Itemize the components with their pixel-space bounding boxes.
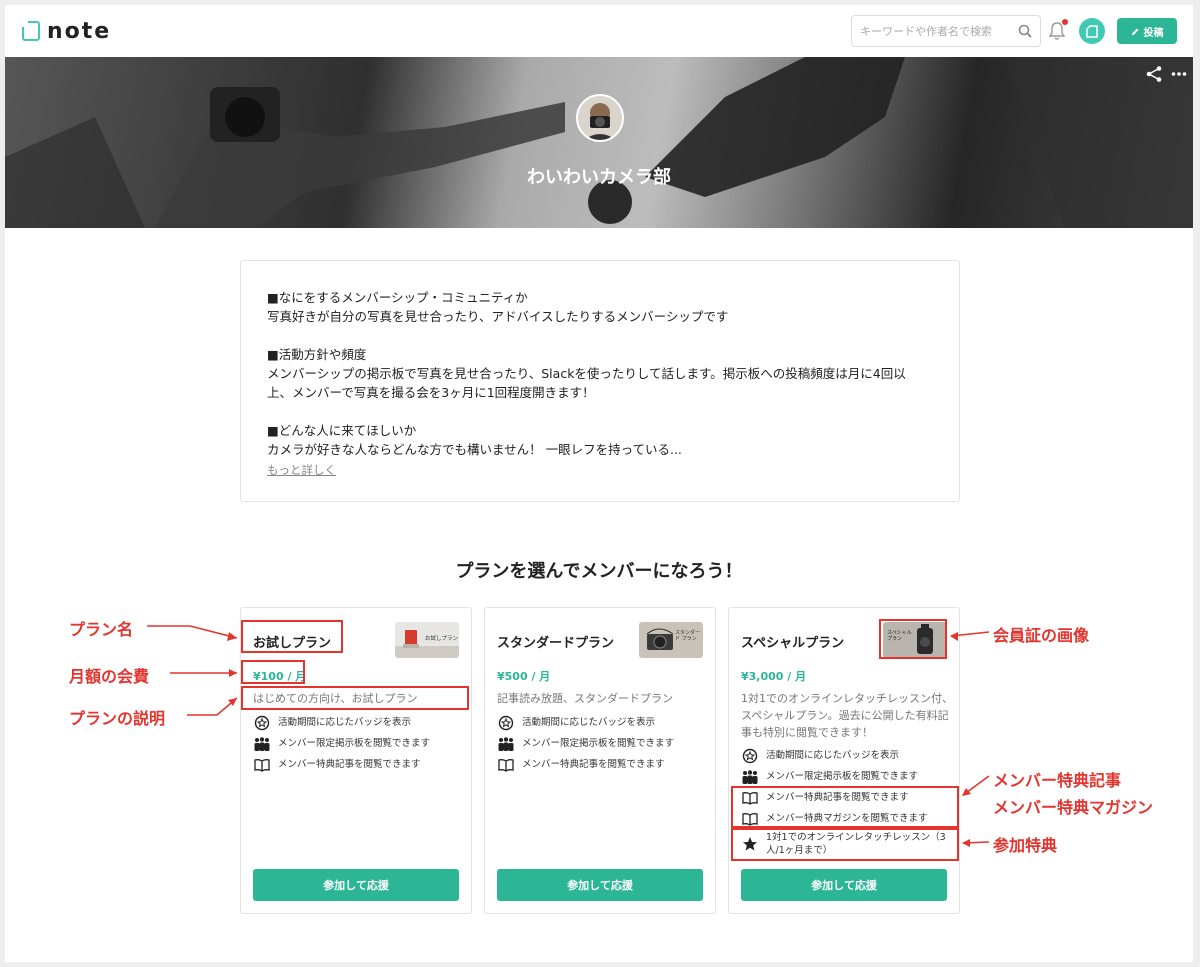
camera-person-image bbox=[578, 96, 622, 140]
read-more-link[interactable]: もっと詳しく bbox=[267, 462, 336, 478]
description-line: ■なにをするメンバーシップ・コミュニティか bbox=[267, 290, 528, 305]
arrow-member-benefits bbox=[962, 775, 990, 796]
description-line: 上、メンバーで写真を撮る会を3ヶ月に1回程度開きます！ bbox=[267, 385, 595, 400]
note-logo-icon bbox=[21, 20, 40, 41]
member-card-image: お試しプラン bbox=[395, 622, 459, 658]
perk-item: 活動期間に応じたバッジを表示 bbox=[497, 712, 712, 733]
plan-name: スペシャルプラン bbox=[741, 636, 845, 651]
plan-description: 記事読み放題、スタンダードプラン bbox=[497, 692, 673, 705]
badge-icon bbox=[742, 748, 758, 763]
join-button[interactable]: 参加して応援 bbox=[741, 869, 947, 901]
plan-price: ¥500 / 月 bbox=[497, 670, 551, 683]
member-card-text: お試しプラン bbox=[425, 636, 459, 642]
annotation-box-member-benefits bbox=[731, 786, 959, 828]
note-logo[interactable]: note bbox=[21, 18, 112, 44]
arrow-plan-name bbox=[147, 625, 238, 639]
perk-item: メンバー限定掲示板を閲覧できます bbox=[253, 733, 468, 754]
annotation-label-member-articles: メンバー特典記事 bbox=[993, 771, 1122, 790]
search-input[interactable] bbox=[852, 16, 1012, 46]
description-line: ■どんな人に来てほしいか bbox=[267, 423, 417, 438]
plan-description: 1対1でのオンラインレタッチレッスン付、スペシャルプラン。過去に公開した有料記事… bbox=[741, 692, 953, 739]
plan-perks: 活動期間に応じたバッジを表示 メンバー限定掲示板を閲覧できます メンバー特典記事… bbox=[497, 712, 712, 775]
join-button[interactable]: 参加して応援 bbox=[497, 869, 703, 901]
annotation-label-plan-name: プラン名 bbox=[69, 620, 134, 639]
logo-text: note bbox=[47, 18, 112, 44]
pencil-icon bbox=[1131, 28, 1138, 35]
perk-item: メンバー特典記事を閲覧できます bbox=[497, 754, 712, 775]
search-box[interactable] bbox=[851, 15, 1041, 47]
hero-photo bbox=[5, 57, 1193, 228]
description-line: メンバーシップの掲示板で写真を見せ合ったり、Slackを使ったりして話します。掲… bbox=[267, 366, 906, 381]
plan-price: ¥3,000 / 月 bbox=[741, 670, 807, 683]
share-icon[interactable] bbox=[1145, 65, 1163, 83]
community-title: わいわいカメラ部 bbox=[527, 167, 671, 188]
perk-item: メンバー限定掲示板を閲覧できます bbox=[741, 766, 956, 787]
perk-item: メンバー特典記事を閲覧できます bbox=[253, 754, 468, 775]
post-button-label: 投稿 bbox=[1143, 27, 1164, 39]
plan-card-trial: お試しプラン お試しプラン ¥100 / 月 はじめての方向け、お試しプラン 活… bbox=[240, 607, 472, 914]
members-icon bbox=[742, 769, 758, 784]
plan-card-standard: スタンダードプラン スタンダード プラン ¥500 / 月 記事読み放題、スタン… bbox=[484, 607, 716, 914]
page-frame: note 投稿 bbox=[5, 5, 1193, 962]
note-page-icon bbox=[1086, 24, 1098, 38]
annotation-box-plan-name bbox=[241, 620, 343, 653]
plan-perks: 活動期間に応じたバッジを表示 メンバー限定掲示板を閲覧できます メンバー特典記事… bbox=[253, 712, 468, 775]
annotation-label-member-card-image: 会員証の画像 bbox=[993, 626, 1090, 645]
post-button[interactable]: 投稿 bbox=[1117, 18, 1177, 44]
perk-text: メンバー限定掲示板を閲覧できます bbox=[766, 771, 919, 782]
community-avatar[interactable] bbox=[576, 94, 624, 142]
arrow-participation-benefit bbox=[962, 841, 990, 844]
search-icon[interactable] bbox=[1018, 24, 1032, 38]
annotation-label-plan-description: プランの説明 bbox=[69, 709, 166, 728]
perk-text: 活動期間に応じたバッジを表示 bbox=[522, 717, 656, 728]
badge-icon bbox=[498, 715, 514, 730]
plans-section-title: プランを選んでメンバーになろう！ bbox=[455, 561, 743, 582]
member-card-text: スタンダード プラン bbox=[675, 630, 701, 642]
members-icon bbox=[498, 736, 514, 751]
book-icon bbox=[498, 758, 514, 772]
user-avatar-button[interactable] bbox=[1079, 18, 1105, 44]
plan-name: スタンダードプラン bbox=[497, 636, 615, 651]
annotation-label-participation-benefit: 参加特典 bbox=[993, 836, 1058, 855]
description-line: ■活動方針や頻度 bbox=[267, 347, 367, 362]
hero-banner: わいわいカメラ部 bbox=[5, 57, 1193, 228]
perk-text: メンバー限定掲示板を閲覧できます bbox=[278, 738, 431, 749]
perk-item: 活動期間に応じたバッジを表示 bbox=[741, 745, 956, 766]
perk-text: メンバー限定掲示板を閲覧できます bbox=[522, 738, 675, 749]
top-navbar: note 投稿 bbox=[5, 5, 1193, 57]
annotation-box-price bbox=[241, 660, 305, 684]
book-icon bbox=[254, 758, 270, 772]
annotation-box-member-card bbox=[879, 619, 947, 659]
description-line: カメラが好きな人ならどんな方でも構いません！ 一眼レフを持っている... bbox=[267, 442, 682, 457]
join-button[interactable]: 参加して応援 bbox=[253, 869, 459, 901]
member-card-image: スタンダード プラン bbox=[639, 622, 703, 658]
perk-text: メンバー特典記事を閲覧できます bbox=[522, 759, 665, 770]
perk-item: 活動期間に応じたバッジを表示 bbox=[253, 712, 468, 733]
members-icon bbox=[254, 736, 270, 751]
arrow-plan-description bbox=[187, 697, 238, 716]
perk-item: メンバー限定掲示板を閲覧できます bbox=[497, 733, 712, 754]
annotation-box-participation-benefit bbox=[731, 828, 959, 861]
perk-text: 活動期間に応じたバッジを表示 bbox=[278, 717, 412, 728]
notification-dot bbox=[1062, 19, 1068, 25]
more-options-icon[interactable] bbox=[1171, 71, 1187, 77]
badge-icon bbox=[254, 715, 270, 730]
perk-text: メンバー特典記事を閲覧できます bbox=[278, 759, 421, 770]
community-description-card: ■なにをするメンバーシップ・コミュニティか 写真好きが自分の写真を見せ合ったり、… bbox=[240, 260, 960, 502]
perk-text: 活動期間に応じたバッジを表示 bbox=[766, 750, 900, 761]
annotation-label-member-magazine: メンバー特典マガジン bbox=[993, 798, 1154, 817]
description-line: 写真好きが自分の写真を見せ合ったり、アドバイスしたりするメンバーシップです bbox=[267, 309, 729, 324]
annotation-box-description bbox=[241, 686, 469, 710]
annotation-label-monthly-fee: 月額の会費 bbox=[69, 667, 150, 686]
